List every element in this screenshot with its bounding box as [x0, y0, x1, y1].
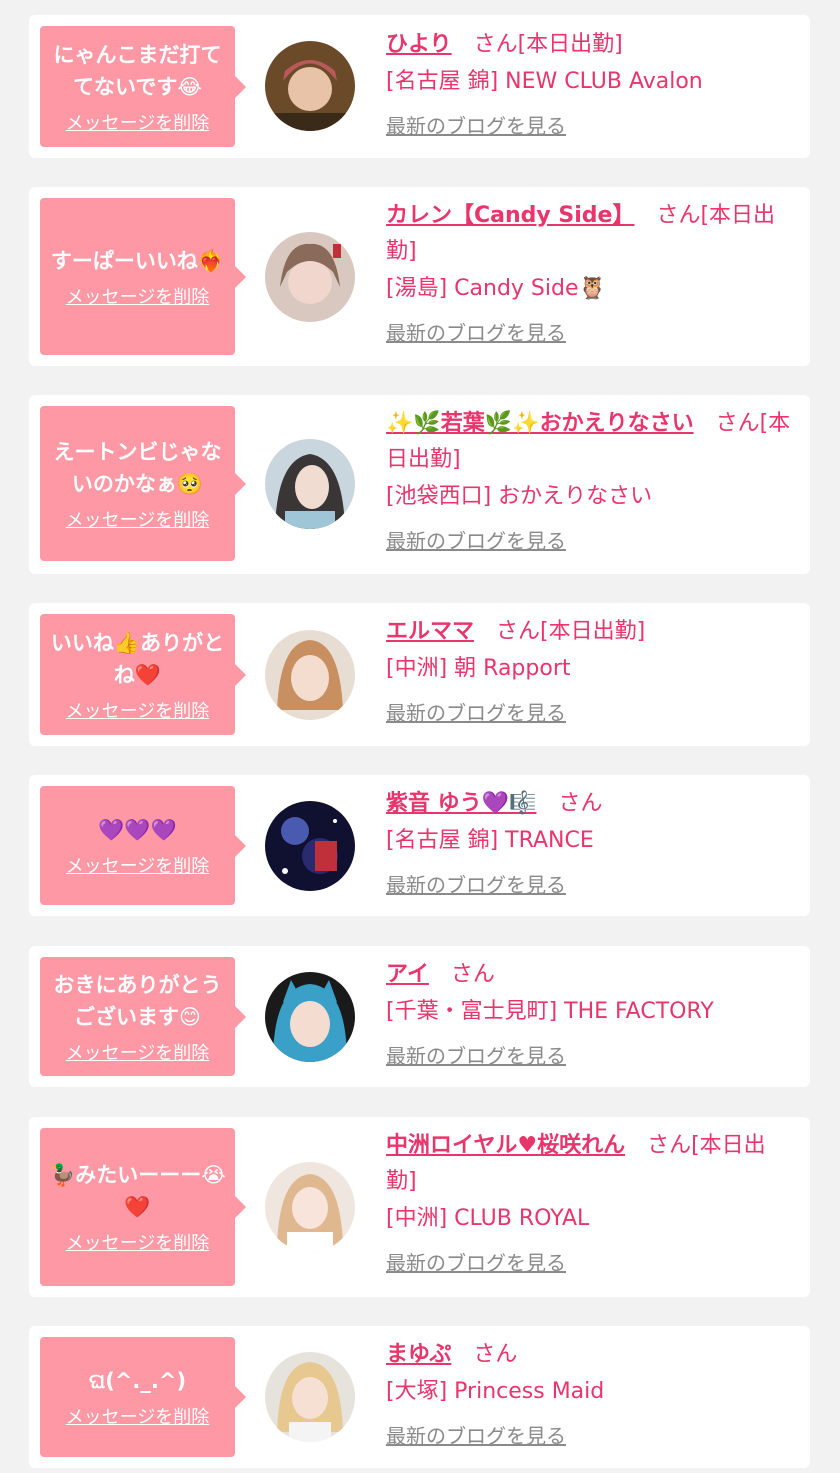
- message-text: 💜💜💜: [98, 817, 177, 842]
- delete-message-link[interactable]: メッセージを削除: [66, 1039, 210, 1065]
- name-line: 紫音 ゆう💜🎼 さん: [386, 786, 796, 822]
- name-line: 中洲ロイヤル♥桜咲れん さん[本日出勤]: [386, 1128, 796, 1200]
- cast-info: 中洲ロイヤル♥桜咲れん さん[本日出勤] [中洲] CLUB ROYAL 最新のブ…: [386, 1128, 796, 1278]
- store-name: [名古屋 錦] NEW CLUB Avalon: [386, 69, 703, 94]
- store-name: [池袋西口] おかえりなさい: [386, 484, 653, 509]
- cast-info: エルママ さん[本日出勤] [中洲] 朝 Rapport 最新のブログを見る: [386, 614, 796, 728]
- name-line: アイ さん: [386, 957, 796, 993]
- name-suffix: さん[本日出勤]: [496, 619, 646, 644]
- cast-info: アイ さん [千葉・富士見町] THE FACTORY 最新のブログを見る: [386, 957, 796, 1071]
- name-line: ✨🌿若葉🌿✨おかえりなさい さん[本日出勤]: [386, 406, 796, 478]
- cast-name-link[interactable]: アイ: [386, 962, 429, 987]
- delete-message-link[interactable]: メッセージを削除: [66, 109, 210, 135]
- store-name: [中洲] 朝 Rapport: [386, 656, 571, 681]
- list-item: えートンビじゃないのかなぁ🥺 メッセージを削除 ✨🌿若葉🌿✨おかえりなさい さん[…: [29, 395, 810, 574]
- message-bubble: 💜💜💜 メッセージを削除: [40, 786, 246, 905]
- cast-info: 紫音 ゆう💜🎼 さん [名古屋 錦] TRANCE 最新のブログを見る: [386, 786, 796, 900]
- store-name: [中洲] CLUB ROYAL: [386, 1206, 590, 1231]
- list-item: 💜💜💜 メッセージを削除 紫音 ゆう💜🎼 さん [名古屋 錦] TRANCE 最新…: [29, 775, 810, 916]
- avatar[interactable]: [265, 972, 355, 1062]
- list-item: ଘ(^._.^) メッセージを削除 まゆぷ さん [大塚] Princess Ma…: [29, 1326, 810, 1468]
- delete-message-link[interactable]: メッセージを削除: [66, 852, 210, 878]
- cast-info: まゆぷ さん [大塚] Princess Maid 最新のブログを見る: [386, 1337, 796, 1451]
- message-bubble: すーぱーいいね❤️‍🔥 メッセージを削除: [40, 198, 246, 355]
- cast-name-link[interactable]: まゆぷ: [386, 1342, 451, 1367]
- avatar[interactable]: [265, 1352, 355, 1442]
- message-bubble: いいね👍ありがとね❤️ メッセージを削除: [40, 614, 246, 735]
- avatar[interactable]: [265, 41, 355, 131]
- name-line: カレン【Candy Side】 さん[本日出勤]: [386, 198, 796, 270]
- delete-message-link[interactable]: メッセージを削除: [66, 1403, 210, 1429]
- cast-name-link[interactable]: エルママ: [386, 619, 474, 644]
- latest-blog-link[interactable]: 最新のブログを見る: [386, 526, 566, 556]
- avatar[interactable]: [265, 630, 355, 720]
- message-bubble: おきにありがとうございます😊 メッセージを削除: [40, 957, 246, 1076]
- cast-name-link[interactable]: ✨🌿若葉🌿✨おかえりなさい: [386, 411, 694, 436]
- avatar[interactable]: [265, 1162, 355, 1252]
- latest-blog-link[interactable]: 最新のブログを見る: [386, 1041, 566, 1071]
- message-text: にゃんこまだ打ててないです😂: [53, 42, 222, 99]
- store-name: [名古屋 錦] TRANCE: [386, 828, 594, 853]
- store-name: [千葉・富士見町] THE FACTORY: [386, 999, 714, 1024]
- name-suffix: さん: [450, 962, 495, 987]
- delete-message-link[interactable]: メッセージを削除: [66, 506, 210, 532]
- cast-name-link[interactable]: カレン【Candy Side】: [386, 203, 634, 228]
- avatar[interactable]: [265, 801, 355, 891]
- delete-message-link[interactable]: メッセージを削除: [66, 1229, 210, 1255]
- name-line: まゆぷ さん: [386, 1337, 796, 1373]
- latest-blog-link[interactable]: 最新のブログを見る: [386, 1248, 566, 1278]
- name-line: エルママ さん[本日出勤]: [386, 614, 796, 650]
- message-list: にゃんこまだ打ててないです😂 メッセージを削除 ひより さん[本日出勤] [名古屋…: [0, 0, 840, 1473]
- latest-blog-link[interactable]: 最新のブログを見る: [386, 870, 566, 900]
- list-item: すーぱーいいね❤️‍🔥 メッセージを削除 カレン【Candy Side】 さん[本…: [29, 187, 810, 366]
- list-item: おきにありがとうございます😊 メッセージを削除 アイ さん [千葉・富士見町] T…: [29, 946, 810, 1087]
- message-text: いいね👍ありがとね❤️: [50, 630, 225, 687]
- delete-message-link[interactable]: メッセージを削除: [66, 283, 210, 309]
- name-suffix: さん[本日出勤]: [473, 32, 623, 57]
- message-bubble: 🦆みたいーーー😭❤️ メッセージを削除: [40, 1128, 246, 1286]
- list-item: にゃんこまだ打ててないです😂 メッセージを削除 ひより さん[本日出勤] [名古屋…: [29, 15, 810, 158]
- message-bubble: ଘ(^._.^) メッセージを削除: [40, 1337, 246, 1457]
- cast-info: カレン【Candy Side】 さん[本日出勤] [湯島] Candy Side🦉…: [386, 198, 796, 348]
- avatar[interactable]: [265, 439, 355, 529]
- cast-name-link[interactable]: 紫音 ゆう💜🎼: [386, 791, 536, 816]
- name-suffix: さん: [558, 791, 603, 816]
- message-text: すーぱーいいね❤️‍🔥: [50, 248, 225, 273]
- store-name: [大塚] Princess Maid: [386, 1379, 605, 1404]
- message-text: おきにありがとうございます😊: [53, 972, 222, 1029]
- latest-blog-link[interactable]: 最新のブログを見る: [386, 318, 566, 348]
- delete-message-link[interactable]: メッセージを削除: [66, 697, 210, 723]
- avatar[interactable]: [265, 232, 355, 322]
- latest-blog-link[interactable]: 最新のブログを見る: [386, 111, 566, 141]
- cast-info: ひより さん[本日出勤] [名古屋 錦] NEW CLUB Avalon 最新のブ…: [386, 27, 796, 141]
- message-text: 🦆みたいーーー😭❤️: [49, 1163, 226, 1219]
- store-name: [湯島] Candy Side🦉: [386, 276, 606, 301]
- latest-blog-link[interactable]: 最新のブログを見る: [386, 698, 566, 728]
- message-text: えートンビじゃないのかなぁ🥺: [53, 439, 222, 496]
- name-suffix: さん: [473, 1342, 518, 1367]
- message-text: ଘ(^._.^): [88, 1369, 187, 1393]
- list-item: いいね👍ありがとね❤️ メッセージを削除 エルママ さん[本日出勤] [中洲] 朝…: [29, 603, 810, 746]
- name-line: ひより さん[本日出勤]: [386, 27, 796, 63]
- message-bubble: えートンビじゃないのかなぁ🥺 メッセージを削除: [40, 406, 246, 561]
- cast-name-link[interactable]: ひより: [386, 32, 452, 57]
- cast-name-link[interactable]: 中洲ロイヤル♥桜咲れん: [386, 1133, 625, 1158]
- cast-info: ✨🌿若葉🌿✨おかえりなさい さん[本日出勤] [池袋西口] おかえりなさい 最新の…: [386, 406, 796, 556]
- message-bubble: にゃんこまだ打ててないです😂 メッセージを削除: [40, 26, 246, 147]
- list-item: 🦆みたいーーー😭❤️ メッセージを削除 中洲ロイヤル♥桜咲れん さん[本日出勤] …: [29, 1117, 810, 1297]
- latest-blog-link[interactable]: 最新のブログを見る: [386, 1421, 566, 1451]
